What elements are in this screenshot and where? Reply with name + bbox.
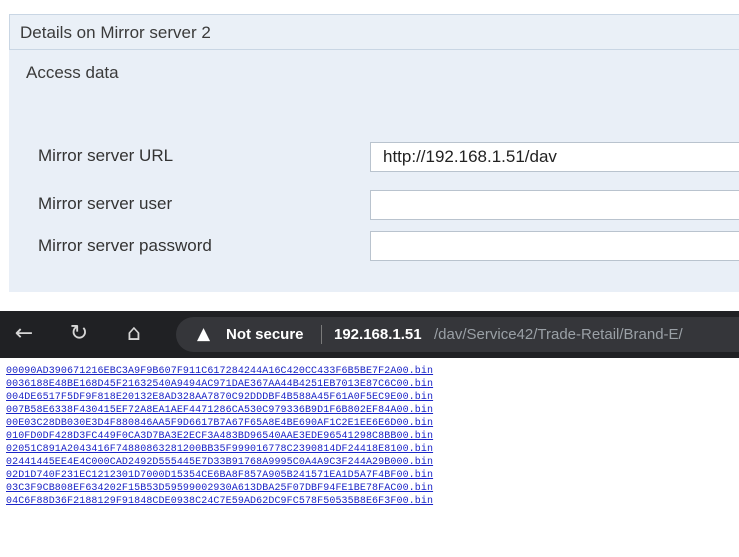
file-link[interactable]: 03C3F9CB808EF634202F15B53D59599002930A61… xyxy=(6,482,736,495)
file-listing: 00090AD390671216EBC3A9F9B607F911C6172842… xyxy=(6,365,736,508)
address-divider xyxy=(321,325,322,344)
warning-icon[interactable]: ▲ xyxy=(197,324,217,344)
mirror-server-password-label: Mirror server password xyxy=(38,236,212,255)
mirror-server-url-input[interactable]: http://192.168.1.51/dav xyxy=(370,142,739,172)
mirror-server-user-label: Mirror server user xyxy=(38,194,173,213)
mirror-server-details-panel: Details on Mirror server 2 Access data M… xyxy=(9,14,739,292)
file-link[interactable]: 00E03C28DB030E3D4F880846AA5F9D6617B7A67F… xyxy=(6,417,736,430)
file-link[interactable]: 010FD0DF428D3FC449F0CA3D7BA3E2ECF3A483BD… xyxy=(6,430,736,443)
url-host[interactable]: 192.168.1.51 xyxy=(334,326,422,343)
file-link[interactable]: 02051C891A2043416F74880863281200BB35F999… xyxy=(6,443,736,456)
back-arrow-icon[interactable]: ← xyxy=(11,321,37,347)
panel-header: Details on Mirror server 2 xyxy=(9,14,739,50)
file-link[interactable]: 007B58E6338F430415EF72A8EA1AEF4471286CA5… xyxy=(6,404,736,417)
mirror-server-user-input[interactable] xyxy=(370,190,739,220)
reload-icon[interactable]: ↻ xyxy=(66,321,92,347)
panel-title: Details on Mirror server 2 xyxy=(20,23,211,42)
not-secure-label[interactable]: Not secure xyxy=(226,326,304,343)
address-bar[interactable]: ▲ Not secure 192.168.1.51 /dav/Service42… xyxy=(176,317,739,352)
mirror-server-password-input[interactable] xyxy=(370,231,739,261)
file-link[interactable]: 0036188E48BE168D45F21632540A9494AC971DAE… xyxy=(6,378,736,391)
browser-toolbar: ← ↻ ⌂ ▲ Not secure 192.168.1.51 /dav/Ser… xyxy=(0,311,739,358)
browser-window: ← ↻ ⌂ ▲ Not secure 192.168.1.51 /dav/Ser… xyxy=(0,311,739,557)
url-path[interactable]: /dav/Service42/Trade-Retail/Brand-E/ xyxy=(434,326,683,343)
file-link[interactable]: 02441445EE4E4C000CAD2492D555445E7D33B917… xyxy=(6,456,736,469)
file-link[interactable]: 004DE6517F5DF9F818E20132E8AD328AA7870C92… xyxy=(6,391,736,404)
section-title-access-data: Access data xyxy=(26,63,119,82)
file-link[interactable]: 04C6F88D36F2188129F91848CDE0938C24C7E59A… xyxy=(6,495,736,508)
home-icon[interactable]: ⌂ xyxy=(121,321,147,347)
file-link[interactable]: 02D1D740F231EC1212301D7000D15354CE6BA8F8… xyxy=(6,469,736,482)
mirror-server-url-label: Mirror server URL xyxy=(38,146,174,165)
file-link[interactable]: 00090AD390671216EBC3A9F9B607F911C6172842… xyxy=(6,365,736,378)
